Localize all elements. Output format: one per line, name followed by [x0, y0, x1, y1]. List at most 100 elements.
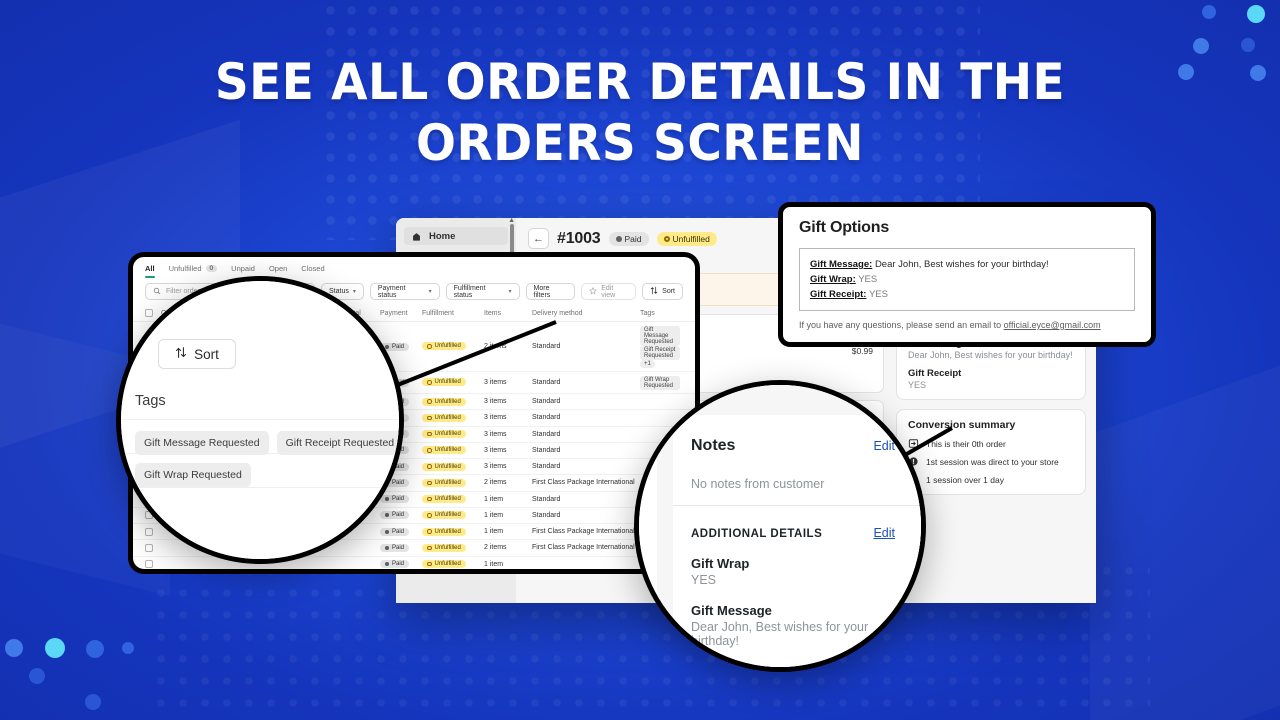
cell-items: 3 items: [484, 379, 507, 386]
tags-column-label-zoomed: Tags: [135, 393, 166, 409]
conversion-summary-card: Conversion summary This is their 0th ord…: [896, 409, 1086, 495]
table-row[interactable]: PaidUnfulfilled2 itemsStandard: [133, 573, 695, 574]
cell-items: 1 item: [484, 528, 504, 536]
tag-chip-zoomed: Gift Message Requested: [135, 431, 269, 455]
gift-options-footer-text: If you have any questions, please send a…: [799, 320, 1004, 330]
additional-details-title-zoomed: ADDITIONAL DETAILS: [691, 528, 823, 540]
orders-tab-unfulfilled[interactable]: Unfulfilled 0: [169, 264, 218, 278]
tag-chip: Gift Message Requested: [640, 325, 680, 346]
decorative-dot: [1247, 5, 1265, 23]
decorative-dot: [1250, 65, 1266, 81]
cell-items: 2 items: [484, 479, 507, 487]
cell-tags: Gift Message RequestedGift Receipt Reque…: [640, 325, 683, 368]
gift-options-card: Gift Options Gift Message: Dear John, Be…: [778, 202, 1156, 347]
filter-button-label: More filters: [533, 284, 551, 299]
gift-option-value: YES: [858, 274, 878, 285]
tag-chip-zoomed: Gift Receipt Requested: [276, 431, 399, 455]
chevron-down-icon: ▾: [428, 289, 432, 295]
decorative-dot: [122, 642, 134, 654]
gift-option-value: YES: [868, 289, 888, 300]
sort-button-label: Sort: [194, 346, 219, 362]
sort-button-zoomed[interactable]: Sort: [158, 339, 236, 369]
cell-fulfillment: Unfulfilled: [422, 560, 484, 568]
magnifier-left-strip: [657, 415, 673, 667]
sidebar-item-home-label: Home: [429, 230, 456, 242]
cell-fulfillment: Unfulfilled: [422, 527, 484, 536]
cell-fulfillment: Unfulfilled: [422, 478, 484, 487]
support-email-link[interactable]: official.eyce@gmail.com: [1004, 320, 1101, 330]
conversion-line: This is their 0th order: [908, 438, 1074, 449]
gift-option-row: Gift Receipt: YES: [810, 287, 1124, 302]
sidebar-item-home[interactable]: Home: [404, 227, 508, 245]
notes-card-zoomed: Notes Edit No notes from customer ADDITI…: [673, 415, 921, 667]
home-icon: [410, 230, 422, 242]
decorative-dot: [86, 640, 104, 658]
gift-options-details-box: Gift Message: Dear John, Best wishes for…: [799, 248, 1135, 311]
decorative-dot: [1241, 38, 1255, 52]
conversion-line: 1 session over 1 day: [908, 474, 1074, 485]
cell-delivery-method: Standard: [532, 343, 561, 350]
cell-delivery-method: First Class Package International: [532, 479, 635, 487]
chevron-down-icon: ▾: [508, 289, 512, 295]
row-divider: [121, 487, 399, 488]
cell-fulfillment: Unfulfilled: [422, 462, 484, 471]
additional-details-list-zoomed: Gift Wrap YES Gift Message Dear John, Best …: [673, 556, 921, 667]
page-title-line-1: See all order details in the: [214, 53, 1066, 111]
filter-button-more-filters[interactable]: More filters: [525, 283, 576, 300]
cell-items: 1 item: [484, 511, 504, 519]
order-number: #1003: [557, 229, 601, 247]
orders-tab-all[interactable]: All: [145, 264, 155, 278]
conversion-line-text: This is their 0th order: [926, 438, 1006, 449]
order-line-item-total: $0.99: [851, 345, 873, 356]
order-payment-status-badge: Paid: [608, 231, 649, 246]
divider: [673, 505, 921, 506]
gift-option-key: Gift Receipt:: [810, 289, 867, 300]
detail-value: YES: [908, 380, 1074, 390]
orders-tab-label: All: [145, 264, 155, 273]
cell-fulfillment: Unfulfilled: [422, 543, 484, 552]
cell-delivery-method: Standard: [532, 398, 561, 406]
tag-chips-row-2: Gift Wrap Requested: [135, 463, 251, 487]
cell-items: 3 items: [484, 463, 507, 471]
gift-option-row: Gift Wrap: YES: [810, 272, 1124, 287]
orders-tab-label: Unpaid: [231, 264, 255, 273]
cell-fulfillment: Unfulfilled: [422, 413, 484, 422]
notes-title-zoomed: Notes: [691, 437, 736, 454]
cell-items: 3 items: [484, 414, 507, 422]
cell-delivery-method: Standard: [532, 511, 561, 519]
notes-empty-text-zoomed: No notes from customer: [691, 477, 825, 491]
filter-button-fulfillment-status[interactable]: Fulfillment status ▾: [445, 283, 520, 300]
cell-items: 3 items: [484, 446, 507, 454]
detail-label: Gift Receipt: [908, 368, 962, 379]
orders-tab-count: 0: [205, 265, 218, 272]
detail-item-zoomed: Gift Message Dear John, Best wishes for y…: [691, 603, 895, 648]
cell-fulfillment: Unfulfilled: [422, 397, 484, 406]
magnifier-top-strip: [639, 385, 921, 415]
cell-delivery-method: Standard: [532, 414, 561, 422]
orders-tab-closed[interactable]: Closed: [301, 264, 324, 278]
back-button[interactable]: ←: [528, 228, 549, 249]
decorative-dot: [1202, 5, 1216, 19]
row-checkbox[interactable]: [145, 560, 153, 569]
cell-fulfillment: Unfulfilled: [422, 495, 484, 503]
filter-button-edit-view[interactable]: Edit view: [581, 283, 637, 300]
tag-overflow-chip: +1: [640, 359, 655, 368]
additional-details-edit-link-zoomed[interactable]: Edit: [873, 526, 895, 540]
cell-fulfillment: Unfulfilled: [422, 511, 484, 520]
conversion-line: 1st session was direct to your store: [908, 456, 1074, 467]
page-title-line-2: Orders screen: [416, 114, 864, 172]
notes-edit-link-zoomed[interactable]: Edit: [873, 439, 895, 453]
cell-items: 2 items: [484, 544, 507, 552]
cell-delivery-method: First Class Package International: [532, 544, 635, 552]
filter-button-label: Edit view: [601, 284, 616, 299]
conversion-line-text: 1 session over 1 day: [926, 474, 1004, 485]
decorative-dot: [45, 638, 65, 658]
gift-option-value: Dear John, Best wishes for your birthday…: [874, 259, 1049, 270]
filter-button-sort[interactable]: Sort: [642, 283, 683, 300]
orders-tab-label: Open: [268, 264, 288, 273]
filter-button-label: Sort: [662, 288, 675, 295]
detail-label-zoomed: Gift Message: [691, 603, 772, 618]
cell-delivery-method: Standard: [532, 379, 561, 386]
detail-item: Gift ReceiptYES: [908, 368, 1074, 390]
cell-items: 3 items: [484, 430, 507, 438]
